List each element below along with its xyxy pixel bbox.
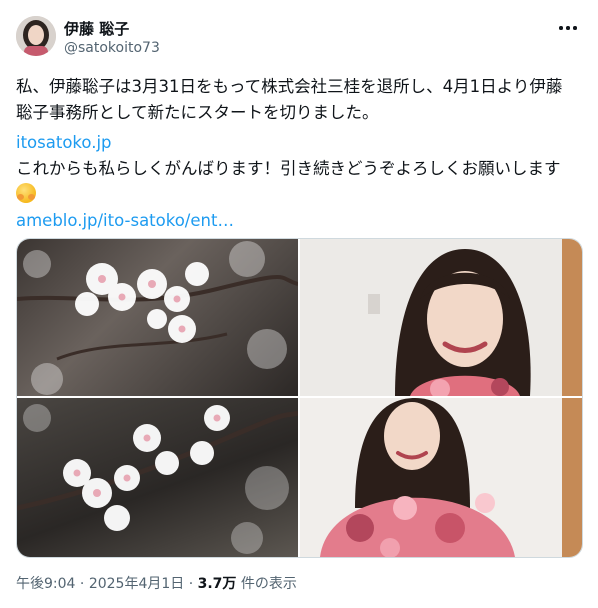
tweet-card: 伊藤 聡子 @satokoito73 私、伊藤聡子は3月31日をもって株式会社三…	[0, 0, 598, 608]
tweet-link-official[interactable]: itosatoko.jp	[16, 130, 582, 156]
media-grid	[16, 238, 583, 558]
hugging-face-emoji-icon	[16, 183, 36, 203]
more-icon[interactable]	[556, 18, 580, 38]
author-name[interactable]: 伊藤 聡子	[64, 18, 129, 39]
tweet-text-line: 聡子事務所として新たにスタートを切りました。	[16, 103, 379, 122]
tweet-text-line: 私、伊藤聡子は3月31日をもって株式会社三桂を退所し、4月1日より伊藤	[16, 77, 563, 96]
tweet-text: 私、伊藤聡子は3月31日をもって株式会社三桂を退所し、4月1日より伊藤 聡子事務…	[16, 74, 582, 234]
photo-portrait-1[interactable]	[300, 239, 582, 396]
tweet-date[interactable]: 2025年4月1日	[89, 576, 184, 592]
view-count: 3.7万	[197, 576, 237, 592]
tweet-link-blog[interactable]: ameblo.jp/ito-satoko/ent…	[16, 208, 582, 234]
tweet-meta: 午後9:04 · 2025年4月1日 · 3.7万 件の表示	[16, 573, 297, 593]
tweet-time[interactable]: 午後9:04	[16, 576, 75, 592]
tweet-text-line: これからも私らしくがんばります！引き続きどうぞよろしくお願いします	[16, 159, 561, 178]
author-avatar[interactable]	[16, 16, 56, 56]
more-dot	[566, 26, 570, 30]
separator: ·	[184, 576, 198, 592]
author-handle[interactable]: @satokoito73	[64, 40, 160, 56]
emoji-line	[16, 182, 582, 208]
more-dot	[573, 26, 577, 30]
photo-portrait-2[interactable]	[300, 398, 582, 557]
photo-cherry-blossoms-2[interactable]	[17, 398, 298, 557]
link-text[interactable]: itosatoko.jp	[16, 133, 112, 152]
separator: ·	[75, 576, 89, 592]
more-dot	[559, 26, 563, 30]
photo-cherry-blossoms-1[interactable]	[17, 239, 298, 396]
view-count-label: 件の表示	[236, 576, 297, 592]
link-text[interactable]: ameblo.jp/ito-satoko/ent…	[16, 211, 234, 230]
